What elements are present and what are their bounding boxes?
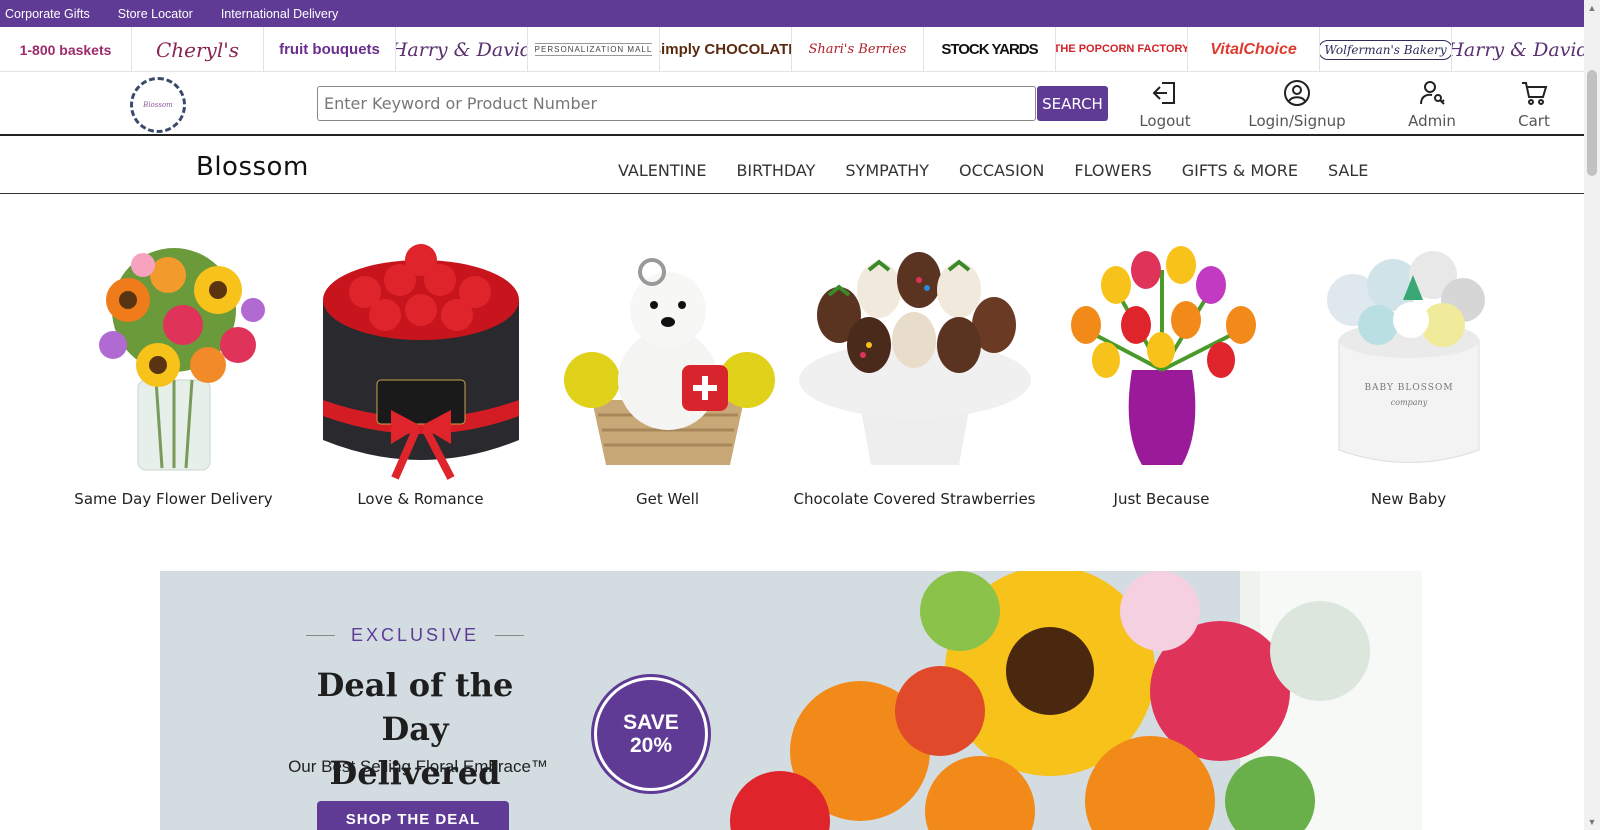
cart-button[interactable]: Cart [1512,78,1556,130]
strawberries-on-stand-image [798,252,1031,465]
user-circle-icon [1284,80,1310,106]
tulips-in-vase-image [1070,246,1256,465]
flower-puppy-basket-image [563,258,775,465]
category-label: Same Day Flower Delivery [74,490,273,508]
category-label: Get Well [635,490,700,508]
brand-simply-chocolate[interactable]: simply CHOCOLATE [660,27,792,72]
banner-eyebrow: EXCLUSIVE [290,625,540,646]
category-label: Love & Romance [357,490,484,508]
brand-cheryls-logo: Cheryl's [155,37,240,62]
international-delivery-link[interactable]: International Delivery [221,7,338,21]
logout-label: Logout [1139,112,1191,130]
nav-occasion[interactable]: OCCASION [959,161,1044,180]
nav-birthday[interactable]: BIRTHDAY [736,161,815,180]
brand-vital-choice-logo: VitalChoice [1210,40,1297,58]
nav-sale[interactable]: SALE [1328,161,1368,180]
category-new-baby[interactable]: BABY BLOSSOM company New Baby [1285,230,1532,520]
search-input[interactable] [317,86,1036,121]
deal-of-the-day-banner[interactable]: EXCLUSIVE Deal of the Day Delivered Toda… [160,571,1422,830]
category-just-because[interactable]: Just Because [1038,230,1285,520]
category-label: Chocolate Covered Strawberries [793,490,1036,508]
brand-cheryls[interactable]: Cheryl's [132,27,264,72]
brand-harry-david-2-logo: Harry & David [1452,38,1584,61]
shop-the-deal-button[interactable]: SHOP THE DEAL [317,801,509,830]
brand-fruit-bouquets[interactable]: fruit bouquets [264,27,396,72]
brand-1800baskets-logo: 1-800 baskets [19,41,112,58]
brand-simply-chocolate-logo: simply CHOCOLATE [660,41,792,58]
red-roses-in-box-image [322,244,519,480]
brand-vital-choice[interactable]: VitalChoice [1188,27,1320,72]
nav-sympathy[interactable]: SYMPATHY [845,161,929,180]
brand-stock-yards-logo: STOCK YARDS [941,41,1038,58]
scroll-down-arrow-icon[interactable]: ▼ [1584,814,1600,830]
brand-sharis-berries-logo: Shari's Berries [808,42,907,57]
logout-button[interactable]: Logout [1137,78,1193,130]
brand-popcorn-factory[interactable]: THE POPCORN FACTORY [1056,27,1188,72]
site-title[interactable]: Blossom [196,152,309,182]
brand-1800baskets[interactable]: 1-800 baskets [0,27,132,72]
cart-label: Cart [1518,112,1550,130]
scroll-up-arrow-icon[interactable]: ▲ [1584,0,1600,16]
brand-wolfermans-logo: Wolferman's Bakery [1320,39,1451,60]
login-signup-label: Login/Signup [1248,112,1346,130]
scroll-thumb[interactable] [1587,70,1597,176]
brand-fruit-bouquets-logo: fruit bouquets [279,41,380,58]
nav-gifts-more[interactable]: GIFTS & MORE [1182,161,1298,180]
category-label: Just Because [1113,490,1210,508]
admin-label: Admin [1408,112,1456,130]
category-love-romance[interactable]: Love & Romance [297,230,544,520]
site-header: Blossom SEARCH Logout Login/Signup Admin… [0,72,1584,136]
brand-harry-david[interactable]: Harry & David [396,27,528,72]
top-utility-bar: Corporate Gifts Store Locator Internatio… [0,0,1584,27]
site-logo[interactable]: Blossom [130,77,186,133]
brand-harry-david-logo: Harry & David [396,38,528,61]
brand-personalization-mall-logo: PERSONALIZATION MALL [534,43,653,56]
category-get-well[interactable]: Get Well [544,230,791,520]
brand-harry-david-2[interactable]: Harry & David [1452,27,1584,72]
site-logo-text: Blossom [143,101,173,109]
svg-text:company: company [1390,398,1427,407]
baby-clothes-box-image: BABY BLOSSOM company [1326,251,1485,463]
cart-icon [1522,82,1548,105]
save-badge-line-2: 20% [629,734,673,757]
category-strawberries[interactable]: Chocolate Covered Strawberries [791,230,1038,520]
nav-links: VALENTINE BIRTHDAY SYMPATHY OCCASION FLO… [618,161,1398,180]
admin-button[interactable]: Admin [1404,78,1460,130]
category-label: New Baby [1370,490,1447,508]
banner-subtitle: Our Best Selling Floral Embrace™ [288,757,548,776]
brand-sharis-berries[interactable]: Shari's Berries [792,27,924,72]
category-grid: Same Day Flower Delivery Love & Romance [0,230,1584,520]
category-same-day[interactable]: Same Day Flower Delivery [50,230,297,520]
page-scrollbar[interactable]: ▲ ▼ [1584,0,1600,830]
brand-personalization-mall[interactable]: PERSONALIZATION MALL [528,27,660,72]
svg-text:BABY BLOSSOM: BABY BLOSSOM [1364,383,1453,393]
nav-flowers[interactable]: FLOWERS [1074,161,1151,180]
search-button[interactable]: SEARCH [1037,86,1108,121]
brand-stock-yards[interactable]: STOCK YARDS [924,27,1056,72]
save-badge-line-1: SAVE [623,711,679,734]
main-nav: Blossom VALENTINE BIRTHDAY SYMPATHY OCCA… [0,138,1584,194]
banner-title-line-1: Deal of the Day [316,666,514,748]
logout-icon [1152,82,1175,104]
bouquet-in-vase-image [98,248,265,471]
nav-valentine[interactable]: VALENTINE [618,161,706,180]
save-badge: SAVE 20% [591,674,711,794]
brand-wolfermans[interactable]: Wolferman's Bakery [1320,27,1452,72]
brand-popcorn-factory-logo: THE POPCORN FACTORY [1056,43,1188,55]
store-locator-link[interactable]: Store Locator [118,7,193,21]
login-signup-button[interactable]: Login/Signup [1247,78,1347,130]
partner-brands-strip: 1-800 baskets Cheryl's fruit bouquets Ha… [0,27,1584,72]
admin-user-key-icon [1420,81,1445,105]
corporate-gifts-link[interactable]: Corporate Gifts [5,7,90,21]
